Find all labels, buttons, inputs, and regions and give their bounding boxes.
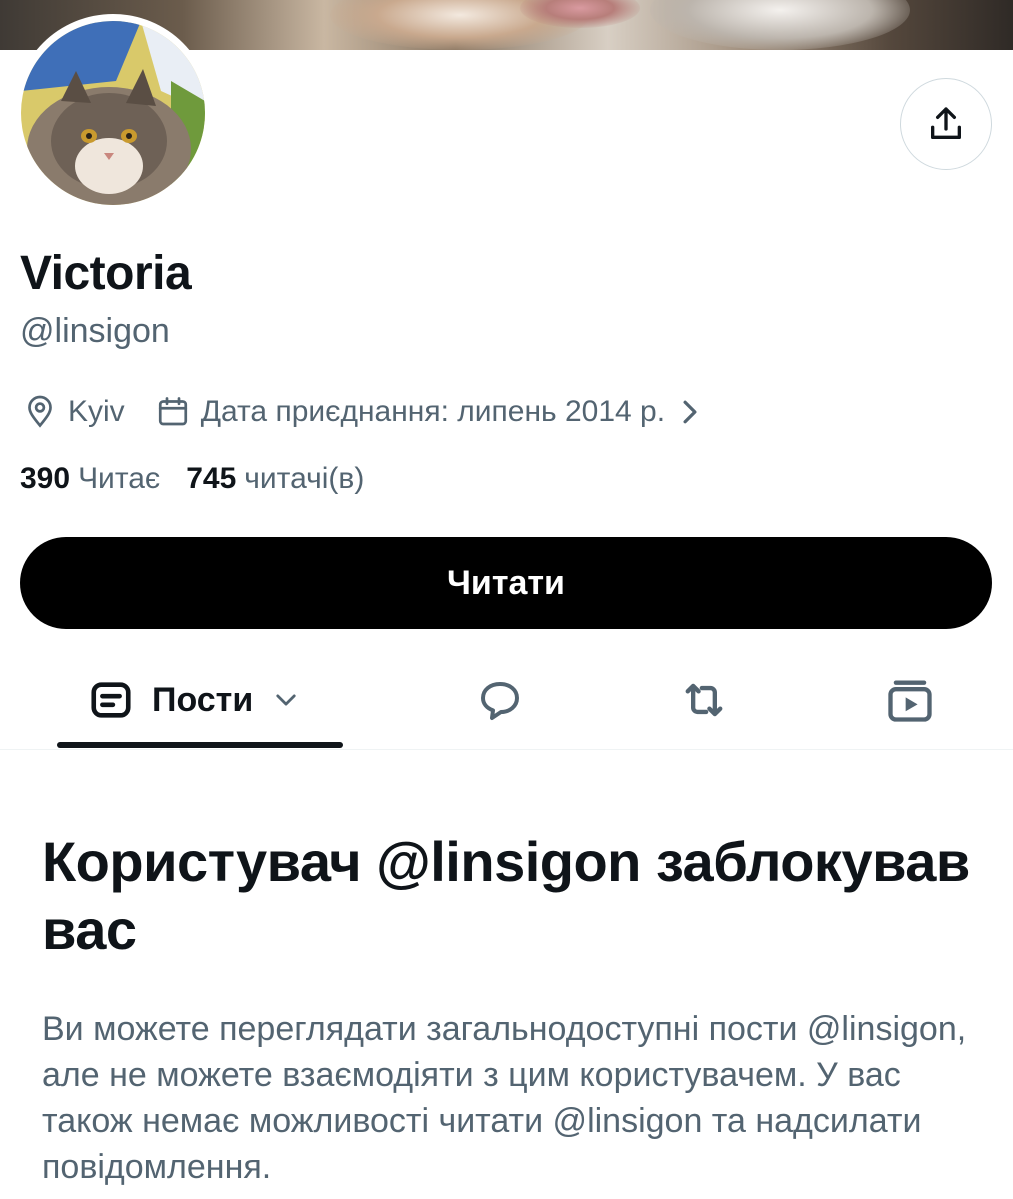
tab-replies[interactable] — [474, 674, 526, 726]
blocked-description: Ви можете переглядати загальнодоступні п… — [42, 1010, 967, 1186]
follow-button[interactable]: Читати — [20, 537, 992, 629]
following-link[interactable]: 390 Читає — [20, 462, 160, 496]
following-label: Читає — [78, 462, 161, 495]
join-date[interactable]: Дата приєднання: липень 2014 р. — [155, 394, 701, 430]
share-button[interactable] — [900, 78, 992, 170]
blocked-title: Користувач @linsigon заблокував вас — [42, 830, 970, 961]
tab-posts-label: Пости — [152, 680, 254, 719]
location-pin-icon — [28, 395, 52, 428]
profile-name: Victoria — [20, 247, 192, 300]
repost-icon — [685, 683, 723, 717]
share-icon — [931, 107, 961, 139]
media-icon — [888, 680, 932, 722]
speech-bubble-icon — [481, 682, 519, 720]
calendar-icon — [158, 397, 187, 426]
location-text: Kyiv — [68, 395, 125, 428]
tab-reposts[interactable] — [678, 674, 730, 726]
followers-label: читачі(в) — [244, 462, 365, 495]
follow-stats: 390 Читає 745 читачі(в) — [20, 462, 364, 496]
avatar[interactable] — [14, 14, 212, 212]
tab-posts[interactable]: Пости — [88, 672, 297, 728]
location: Kyiv — [22, 394, 125, 430]
chevron-right-icon — [683, 400, 697, 424]
tab-active-indicator — [57, 742, 343, 748]
profile-tabs: Пости — [0, 650, 1013, 750]
avatar-image — [21, 21, 205, 205]
followers-link[interactable]: 745 читачі(в) — [186, 462, 364, 496]
tab-media[interactable] — [884, 674, 936, 726]
profile-handle: @linsigon — [20, 312, 170, 350]
join-date-text: Дата приєднання: липень 2014 р. — [200, 395, 666, 428]
followers-count: 745 — [186, 462, 237, 495]
posts-icon — [91, 682, 131, 718]
profile-meta: Kyiv Дата приєднання: липень 2014 р. — [22, 390, 701, 434]
following-count: 390 — [20, 462, 71, 495]
chevron-down-icon[interactable] — [275, 693, 297, 707]
